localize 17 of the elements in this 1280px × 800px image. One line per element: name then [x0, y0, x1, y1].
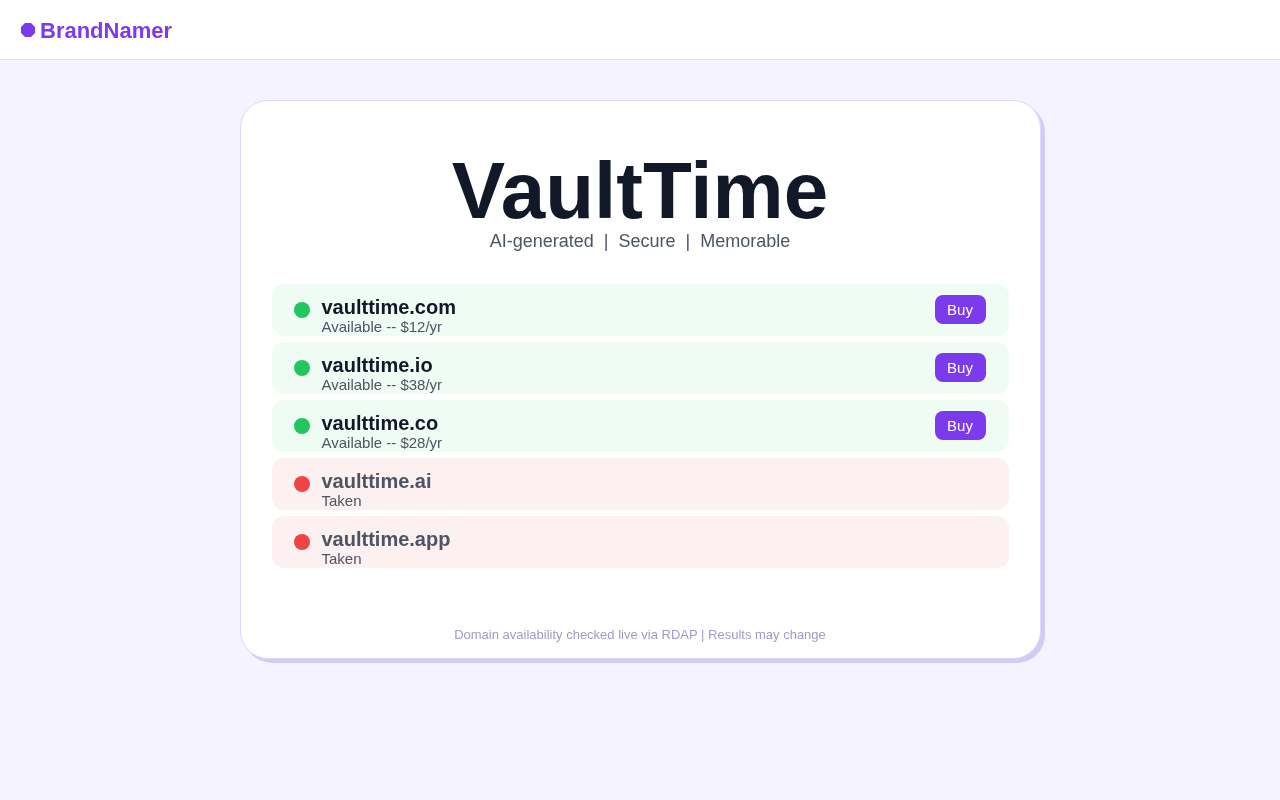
domain-status: Taken [321, 551, 362, 567]
domain-name: vaulttime.io [321, 354, 433, 377]
domain-status: Taken [321, 493, 362, 509]
domain-name: vaulttime.com [321, 296, 456, 319]
tagline: AI-generated | Secure | Memorable [489, 230, 791, 252]
buy-button[interactable]: Buy [934, 353, 986, 382]
brand-title: VaultTime [451, 151, 829, 231]
domain-status: Available -- $12/yr [321, 319, 443, 335]
brand-name[interactable]: BrandNamer [40, 18, 173, 44]
footer-note: Domain availability checked live via RDAP | Results may change [454, 626, 826, 644]
domain-name: vaulttime.co [321, 412, 439, 435]
buy-button[interactable]: Buy [934, 411, 986, 440]
buy-button[interactable]: Buy [934, 295, 986, 324]
domain-status: Available -- $28/yr [321, 435, 443, 451]
domain-name: vaulttime.ai [321, 470, 432, 493]
domain-name: vaulttime.app [321, 528, 451, 551]
domain-status: Available -- $38/yr [321, 377, 443, 393]
